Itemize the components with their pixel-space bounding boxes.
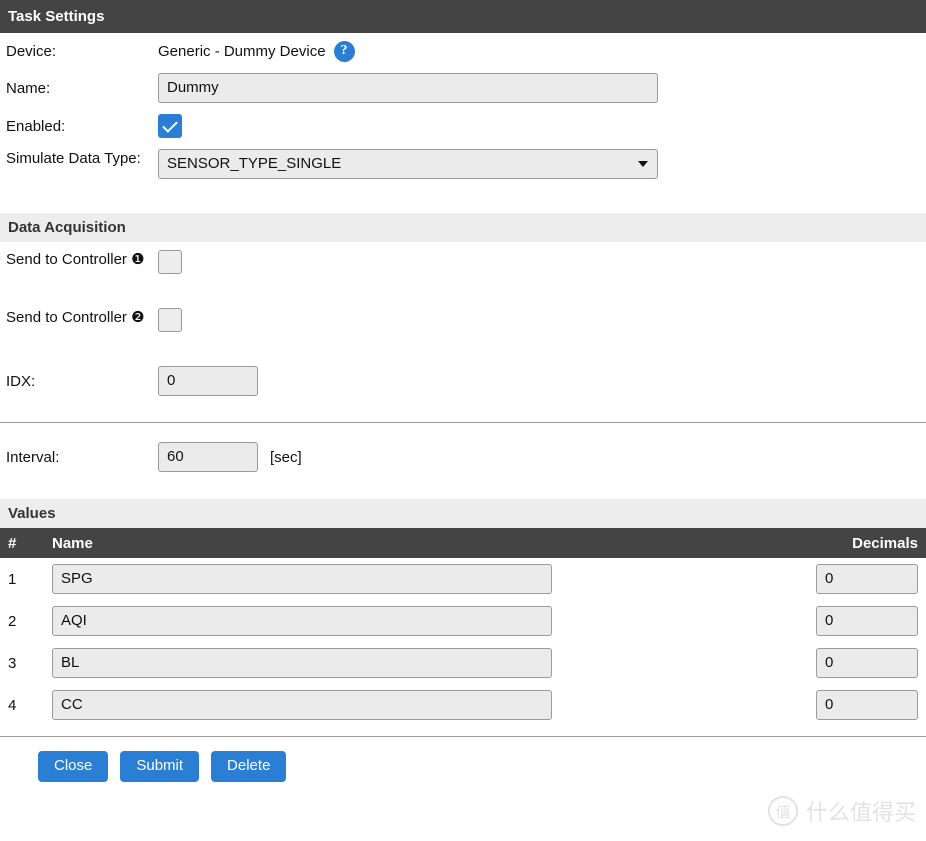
row-name-cell xyxy=(44,684,790,726)
row-decimals-cell xyxy=(790,558,926,600)
device-row: Device: Generic - Dummy Device ? xyxy=(0,33,926,69)
enabled-checkbox[interactable] xyxy=(158,114,182,138)
table-row: 3 xyxy=(0,642,926,684)
row-index: 4 xyxy=(8,696,17,714)
value-decimals-input-1[interactable] xyxy=(816,564,918,594)
name-input[interactable] xyxy=(158,73,658,103)
table-row: 2 xyxy=(0,600,926,642)
value-name-input-4[interactable] xyxy=(52,690,552,720)
data-acquisition-heading: Data Acquisition xyxy=(0,213,926,242)
enabled-field xyxy=(158,114,926,138)
device-value: Generic - Dummy Device ? xyxy=(158,40,355,62)
row-decimals-cell xyxy=(790,642,926,684)
submit-button[interactable]: Submit xyxy=(120,751,200,782)
watermark: 值 什么值得买 xyxy=(767,795,916,827)
value-decimals-input-3[interactable] xyxy=(816,648,918,678)
row-decimals-cell xyxy=(790,600,926,642)
send-to-controller-2-checkbox[interactable] xyxy=(158,308,182,332)
values-table: # Name Decimals 1 2 xyxy=(0,528,926,726)
send-to-controller-1-label: Send to Controller ❶ xyxy=(6,251,145,268)
help-icon[interactable]: ? xyxy=(333,40,355,62)
watermark-logo-icon: 值 xyxy=(767,796,798,826)
button-bar: Close Submit Delete xyxy=(0,737,926,782)
idx-input[interactable] xyxy=(158,366,258,396)
name-label: Name: xyxy=(6,79,51,97)
simulate-data-type-value[interactable] xyxy=(158,149,658,179)
value-name-input-3[interactable] xyxy=(52,648,552,678)
enabled-row: Enabled: xyxy=(0,107,926,145)
row-name-cell xyxy=(44,642,790,684)
values-heading: Values xyxy=(0,499,926,528)
device-label: Device: xyxy=(6,42,57,60)
row-index: 3 xyxy=(8,654,17,672)
send-to-controller-1-row: Send to Controller ❶ xyxy=(0,242,926,302)
value-name-input-2[interactable] xyxy=(52,606,552,636)
window-title-bar: Task Settings xyxy=(0,0,926,33)
row-index: 2 xyxy=(8,612,17,630)
row-decimals-cell xyxy=(790,684,926,726)
interval-field: [sec] xyxy=(158,442,926,472)
enabled-label: Enabled: xyxy=(6,117,66,135)
value-name-input-1[interactable] xyxy=(52,564,552,594)
column-header-index: # xyxy=(0,528,44,558)
send-to-controller-1-field xyxy=(158,250,926,274)
row-name-cell xyxy=(44,558,790,600)
interval-label: Interval: xyxy=(6,448,60,466)
simulate-data-type-field xyxy=(158,149,926,179)
idx-row: IDX: xyxy=(0,360,926,402)
send-to-controller-2-row: Send to Controller ❷ xyxy=(0,302,926,360)
simulate-data-type-select[interactable] xyxy=(158,149,658,179)
column-header-decimals: Decimals xyxy=(790,528,926,558)
row-name-cell xyxy=(44,600,790,642)
interval-unit: [sec] xyxy=(270,448,302,466)
send-to-controller-2-label: Send to Controller ❷ xyxy=(6,309,145,326)
device-form: Device: Generic - Dummy Device ? Name: E… xyxy=(0,33,926,782)
column-header-name: Name xyxy=(44,528,790,558)
delete-button[interactable]: Delete xyxy=(211,751,287,782)
name-field xyxy=(158,73,926,103)
value-decimals-input-4[interactable] xyxy=(816,690,918,720)
idx-label: IDX: xyxy=(6,372,36,390)
page-title: Task Settings xyxy=(8,8,105,25)
value-decimals-input-2[interactable] xyxy=(816,606,918,636)
watermark-text: 什么值得买 xyxy=(805,801,916,826)
simulate-data-type-label: Simulate Data Type: xyxy=(6,150,141,167)
values-table-header-row: # Name Decimals xyxy=(0,528,926,558)
send-to-controller-1-checkbox[interactable] xyxy=(158,250,182,274)
row-index: 1 xyxy=(8,570,17,588)
device-value-text: Generic - Dummy Device xyxy=(158,42,326,60)
close-button[interactable]: Close xyxy=(38,751,109,782)
send-to-controller-2-field xyxy=(158,308,926,332)
interval-row: Interval: [sec] xyxy=(0,435,926,479)
table-row: 1 xyxy=(0,558,926,600)
simulate-data-type-row: Simulate Data Type: xyxy=(0,145,926,193)
idx-field xyxy=(158,366,926,396)
name-row: Name: xyxy=(0,69,926,107)
table-row: 4 xyxy=(0,684,926,726)
interval-input[interactable] xyxy=(158,442,258,472)
device-value-field: Generic - Dummy Device ? xyxy=(158,40,926,62)
